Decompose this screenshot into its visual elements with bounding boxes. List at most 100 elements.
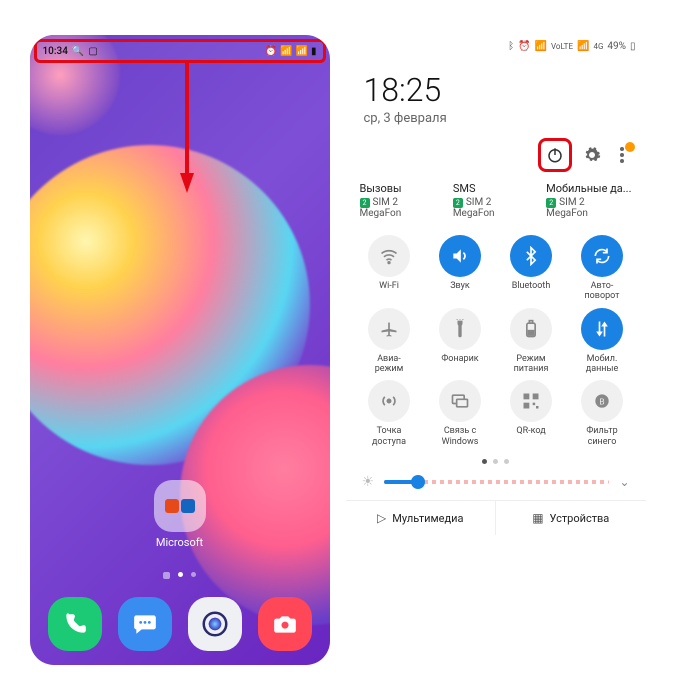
status-bar[interactable]: 10:34 🔍 ▢ ⏰ 📶 📶 ▮ <box>34 39 326 63</box>
qs-label: Авто- поворот <box>584 281 619 302</box>
bottom-bar: ▷ Мультимедиа ▦ Устройства <box>346 500 646 535</box>
sim-carrier: MegaFon <box>546 208 631 219</box>
quick-settings-pager[interactable] <box>346 453 646 470</box>
clock-date: ср, 3 февраля <box>364 111 628 126</box>
dock <box>30 597 330 651</box>
brightness-slider[interactable] <box>384 480 609 484</box>
phone-quick-panel: ᛒ ⏰ 📶 VoLTE 📶 4G 49% ▯ 18:25 ср, 3 февра… <box>346 35 646 665</box>
quick-settings-grid: Wi-FiЗвук Bluetooth Авто- поворот Авиа- реж… <box>346 229 646 453</box>
qs-label: Мобил. данные <box>586 354 618 375</box>
clock-block[interactable]: 18:25 ср, 3 февраля <box>346 57 646 128</box>
sim-line: 2SIM 2 <box>546 197 631 208</box>
qs-tile-blue[interactable]: B Фильтр синего <box>569 380 636 447</box>
bluetooth-icon: ᛒ <box>508 41 514 52</box>
signal-icon: 📶 <box>535 41 547 52</box>
app-browser[interactable] <box>188 597 242 651</box>
search-icon: 🔍 <box>72 46 84 57</box>
qs-tile-rotate[interactable]: Авто- поворот <box>569 235 636 302</box>
media-button[interactable]: ▷ Мультимедиа <box>346 501 496 535</box>
clock-time: 18:25 <box>364 71 628 109</box>
pager-dot <box>482 459 487 464</box>
settings-button[interactable] <box>582 145 602 165</box>
alarm-icon: ⏰ <box>518 41 530 52</box>
windows-icon <box>439 380 481 422</box>
expand-brightness-button[interactable]: ⌄ <box>619 475 629 489</box>
qs-label: Фонарик <box>441 354 478 374</box>
pager-dot <box>504 459 509 464</box>
media-icon: ▷ <box>377 511 386 525</box>
app-camera[interactable] <box>258 597 312 651</box>
sim-title: SMS <box>453 182 538 195</box>
battery-icon: ▮ <box>311 46 317 57</box>
app-messages[interactable] <box>118 597 172 651</box>
qs-tile-windows[interactable]: Связь с Windows <box>427 380 494 447</box>
devices-label: Устройства <box>550 512 610 525</box>
folder-microsoft[interactable]: Microsoft <box>150 480 210 549</box>
power-button[interactable] <box>538 138 572 172</box>
qs-tile-hotspot[interactable]: Точка доступа <box>356 380 423 447</box>
qs-tile-qr[interactable]: QR-код <box>498 380 565 447</box>
volte-icon: VoLTE <box>551 42 573 51</box>
page-dot <box>191 572 196 577</box>
brightness-slider-row: ☀ ⌄ <box>346 470 646 500</box>
sim-card[interactable]: Мобильные да... 2SIM 2MegaFon <box>546 182 631 219</box>
sim-card[interactable]: Вызовы2SIM 2MegaFon <box>360 182 445 219</box>
notification-badge <box>625 142 635 152</box>
qs-label: QR-код <box>516 426 545 446</box>
rotate-icon <box>581 235 623 277</box>
qs-tile-wifi[interactable]: Wi-Fi <box>356 235 423 302</box>
qs-tile-bt[interactable]: Bluetooth <box>498 235 565 302</box>
menu-button[interactable] <box>612 145 632 165</box>
brightness-icon: ☀ <box>362 474 375 490</box>
pager-dot <box>493 459 498 464</box>
signal-icon: 📶 <box>577 41 589 52</box>
status-bar: ᛒ ⏰ 📶 VoLTE 📶 4G 49% ▯ <box>346 35 646 57</box>
qs-label: Режим питания <box>514 354 549 375</box>
hotspot-icon <box>368 380 410 422</box>
app-phone[interactable] <box>48 597 102 651</box>
qr-icon <box>510 380 552 422</box>
wifi-icon <box>368 235 410 277</box>
sim-card[interactable]: SMS 2SIM 2MegaFon <box>453 182 538 219</box>
phone-homescreen: 10:34 🔍 ▢ ⏰ 📶 📶 ▮ Microsoft <box>30 35 330 665</box>
page-dot <box>178 572 183 577</box>
sim-title: Мобильные да... <box>546 182 631 195</box>
status-icon: ▢ <box>88 46 97 57</box>
sim-line: 2SIM 2 <box>360 197 445 208</box>
data-icon <box>581 308 623 350</box>
folder-label: Microsoft <box>150 536 210 549</box>
home-page-dot <box>163 572 170 579</box>
signal-icon: 📶 <box>280 46 292 57</box>
qs-tile-sound[interactable]: Звук <box>427 235 494 302</box>
panel-top-actions <box>346 128 646 176</box>
devices-button[interactable]: ▦ Устройства <box>495 501 646 535</box>
torch-icon <box>439 308 481 350</box>
sim-line: 2SIM 2 <box>453 197 538 208</box>
battery-text: 49% <box>607 41 626 52</box>
qs-label: Авиа- режим <box>375 354 404 375</box>
qs-label: Bluetooth <box>512 281 551 301</box>
network-type: 4G <box>593 42 603 51</box>
qs-label: Связь с Windows <box>442 426 479 447</box>
slider-thumb[interactable] <box>411 475 425 489</box>
blue-icon: B <box>581 380 623 422</box>
devices-icon: ▦ <box>532 511 543 525</box>
plane-icon <box>368 308 410 350</box>
qs-tile-data[interactable]: Мобил. данные <box>569 308 636 375</box>
battery-icon: ▯ <box>630 41 636 52</box>
media-label: Мультимедиа <box>392 512 463 525</box>
qs-label: Фильтр синего <box>586 426 617 447</box>
sim-card-row: Вызовы2SIM 2MegaFonSMS2SIM 2MegaFonМобил… <box>346 176 646 229</box>
qs-tile-torch[interactable]: Фонарик <box>427 308 494 375</box>
sim-title: Вызовы <box>360 182 445 195</box>
alarm-icon: ⏰ <box>265 46 277 57</box>
folder-icon <box>154 480 206 532</box>
qs-tile-battery[interactable]: Режим питания <box>498 308 565 375</box>
sim-carrier: MegaFon <box>453 208 538 219</box>
bt-icon <box>510 235 552 277</box>
page-indicator[interactable] <box>30 572 330 579</box>
sound-icon <box>439 235 481 277</box>
battery-icon <box>510 308 552 350</box>
qs-tile-plane[interactable]: Авиа- режим <box>356 308 423 375</box>
status-time: 10:34 <box>43 46 68 57</box>
